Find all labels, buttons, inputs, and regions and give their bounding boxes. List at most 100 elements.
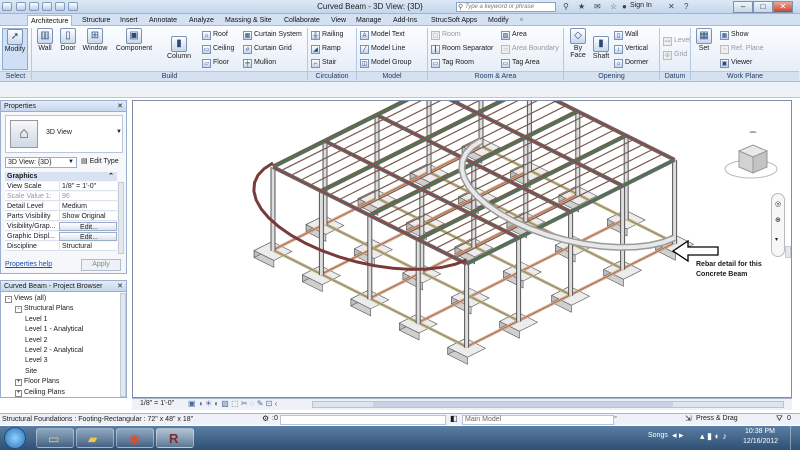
tab-add-ins[interactable]: Add-Ins: [390, 15, 420, 26]
stair-button[interactable]: ⌐ Stair: [311, 57, 336, 69]
graphics-section[interactable]: Graphics ⌃: [5, 172, 117, 181]
edit-type-button[interactable]: ▤ Edit Type: [81, 157, 119, 165]
favorites-icon[interactable]: ☆: [610, 2, 617, 11]
area-button[interactable]: ▨ Area: [501, 29, 527, 41]
browser-node[interactable]: Level 2: [25, 336, 48, 346]
railing-button[interactable]: ╫ Railing: [311, 29, 343, 41]
tab-strucsoft-apps[interactable]: StrucSoft Apps: [428, 15, 480, 26]
model-line-button[interactable]: ╱ Model Line: [360, 43, 405, 55]
set-button[interactable]: ▦ Set: [693, 28, 715, 52]
design-options-icon[interactable]: ◧: [450, 414, 458, 423]
view-controls-icons[interactable]: ▣ ◑ ☀ ◐ ▨ ⬚ ✂ ◌ ✎ ⊡ ‹: [188, 399, 277, 408]
model-text-button[interactable]: A Model Text: [360, 29, 405, 41]
tray-icons[interactable]: ▴ ▮ ◐ ♪: [700, 431, 727, 442]
vertical-opening-button[interactable]: ↕ Vertical: [614, 43, 648, 55]
component-button[interactable]: ▣ Component: [112, 28, 156, 52]
search-input[interactable]: ⚲ Type a keyword or phrase: [456, 2, 556, 12]
prop-row[interactable]: Discipline Structural: [5, 242, 117, 251]
browser-node[interactable]: - Structural Plans: [15, 304, 73, 314]
properties-scrollbar[interactable]: [118, 182, 124, 254]
close-button[interactable]: ✕: [773, 1, 793, 13]
window-button[interactable]: ⊞ Window: [80, 28, 110, 52]
close-icon[interactable]: ✕: [117, 101, 123, 112]
filter-icon[interactable]: ⛛: [776, 414, 783, 424]
songs-toolbar-label[interactable]: Songs: [648, 432, 668, 439]
3d-model-canvas[interactable]: [133, 60, 793, 399]
curtain-grid-button[interactable]: # Curtain Grid: [243, 43, 292, 55]
help-icon[interactable]: ?: [684, 2, 688, 11]
wall-button[interactable]: ▥ Wall: [34, 28, 56, 52]
browser-node[interactable]: Level 1: [25, 315, 48, 325]
area-boundary-button[interactable]: ▱ Area Boundary: [501, 43, 559, 55]
door-button[interactable]: ▯ Door: [57, 28, 79, 52]
design-option-dropdown[interactable]: Main Model: [462, 415, 614, 425]
tab-manage[interactable]: Manage: [353, 15, 384, 26]
by-face-button[interactable]: ◇ By Face: [567, 28, 589, 59]
tag-area-button[interactable]: ▭ Tag Area: [501, 57, 540, 69]
model-group-button[interactable]: ◫ Model Group: [360, 57, 411, 69]
show-button[interactable]: ▦ Show: [720, 29, 749, 41]
grid-button[interactable]: ⊕ Grid: [663, 49, 687, 61]
ref-plane-button[interactable]: ╌ Ref. Plane: [720, 43, 764, 55]
print-icon[interactable]: [68, 2, 78, 11]
ribbon-minimize-icon[interactable]: ▫: [520, 15, 523, 24]
show-desktop-button[interactable]: [790, 426, 800, 450]
browser-node[interactable]: + Floor Plans: [15, 377, 59, 387]
explorer-taskbar-icon[interactable]: ▭: [36, 428, 74, 448]
ceiling-button[interactable]: ▭ Ceiling: [202, 43, 234, 55]
prop-row[interactable]: Parts Visibility Show Original: [5, 212, 117, 221]
visibility-edit-button[interactable]: Edit...: [59, 222, 117, 231]
roof-button[interactable]: ⌂ Roof: [202, 29, 228, 41]
tab-architecture[interactable]: Architecture: [27, 15, 73, 26]
tab-view[interactable]: View: [328, 15, 349, 26]
expand-icon[interactable]: +: [15, 389, 22, 397]
curtain-system-button[interactable]: ▦ Curtain System: [243, 29, 302, 41]
expand-icon[interactable]: +: [15, 379, 22, 387]
mullion-button[interactable]: ╪ Mullion: [243, 57, 276, 69]
steering-wheel-icon[interactable]: ◎: [775, 200, 781, 208]
browser-node[interactable]: Level 1 - Analytical: [25, 325, 83, 335]
column-button[interactable]: ▮ Column: [162, 36, 196, 60]
apply-button[interactable]: Apply: [81, 259, 121, 271]
tab-analyze[interactable]: Analyze: [186, 15, 217, 26]
browser-node[interactable]: Level 3: [25, 356, 48, 366]
folder-taskbar-icon[interactable]: ▰: [76, 428, 114, 448]
exchange-icon[interactable]: ✕: [668, 2, 675, 11]
browser-node[interactable]: - Views (all): [5, 294, 46, 304]
tab-insert[interactable]: Insert: [117, 15, 141, 26]
navigation-bar[interactable]: ◎ ⊕ ▾: [771, 193, 785, 257]
tag-room-button[interactable]: ▭ Tag Room: [431, 57, 474, 69]
properties-help-link[interactable]: Properties help: [5, 261, 52, 268]
chrome-taskbar-icon[interactable]: ◉: [116, 428, 154, 448]
collapse-icon[interactable]: -: [5, 296, 12, 303]
room-button[interactable]: ▢ Room: [431, 29, 461, 41]
redo-icon[interactable]: [55, 2, 65, 11]
sign-in-button[interactable]: Sign In: [630, 2, 652, 9]
viewer-button[interactable]: ▣ Viewer: [720, 57, 752, 69]
prop-row[interactable]: Detail Level Medium: [5, 202, 117, 211]
tab-massing-site[interactable]: Massing & Site: [222, 15, 275, 26]
browser-scrollbar[interactable]: [120, 293, 126, 397]
shaft-button[interactable]: ▮ Shaft: [590, 36, 612, 60]
clock-date[interactable]: 12/16/2012: [743, 438, 778, 445]
browser-node[interactable]: Site: [25, 367, 37, 377]
dormer-button[interactable]: ⌂ Dormer: [614, 57, 648, 69]
maximize-button[interactable]: □: [753, 1, 773, 13]
prop-row[interactable]: Scale Value 1: 96: [5, 192, 117, 201]
browser-node[interactable]: Level 2 - Analytical: [25, 346, 83, 356]
prop-row[interactable]: View Scale 1/8" = 1'-0": [5, 182, 117, 191]
start-button[interactable]: [4, 427, 26, 449]
media-controls-icon[interactable]: ◂ ▸: [672, 430, 684, 441]
save-icon[interactable]: [29, 2, 39, 11]
communication-icon[interactable]: ✉: [594, 2, 601, 11]
clock-time[interactable]: 10:38 PM: [745, 428, 775, 435]
tab-collaborate[interactable]: Collaborate: [281, 15, 323, 26]
close-icon[interactable]: ✕: [117, 281, 123, 292]
zoom-icon[interactable]: ⊕: [775, 216, 781, 224]
tab-structure[interactable]: Structure: [79, 15, 113, 26]
viewcube-icon[interactable]: [721, 129, 781, 193]
level-button[interactable]: ⊶ Level: [663, 35, 691, 47]
floor-button[interactable]: ▱ Floor: [202, 57, 229, 69]
instance-selector[interactable]: 3D View: {3D} ▼: [5, 157, 77, 168]
tab-annotate[interactable]: Annotate: [146, 15, 180, 26]
